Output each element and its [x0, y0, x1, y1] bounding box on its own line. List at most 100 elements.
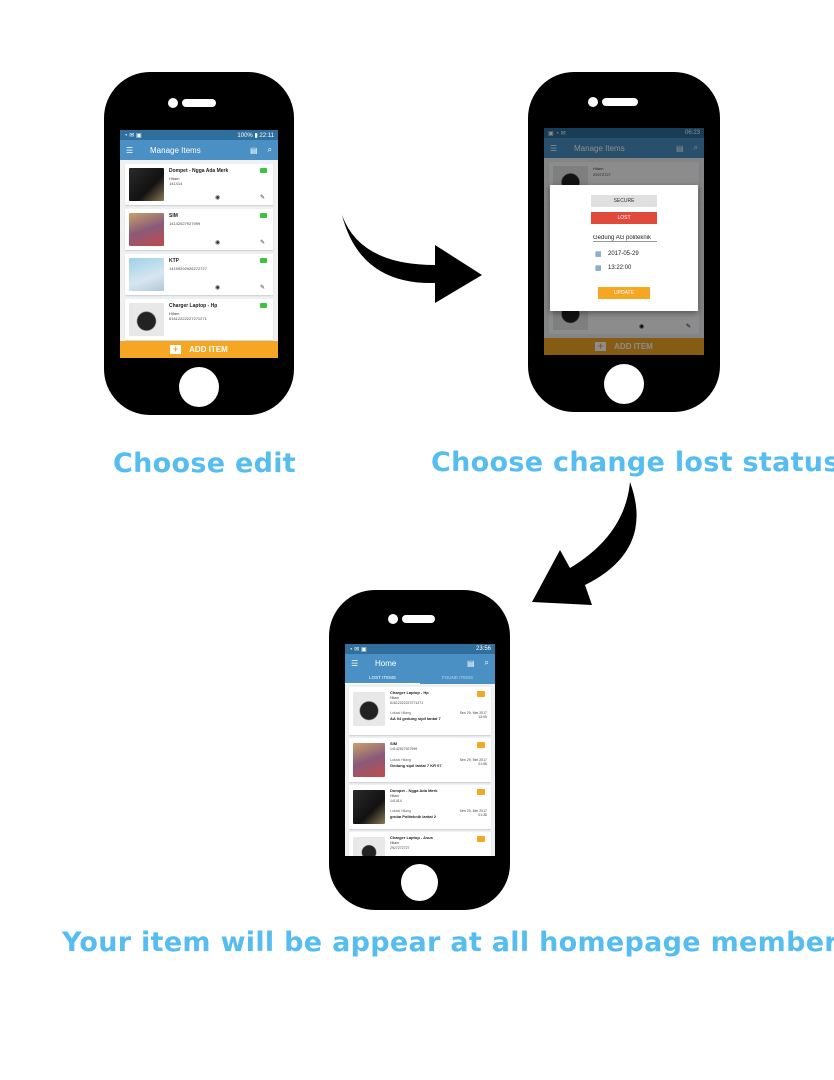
location-label: Lokasi Hilang: [390, 711, 412, 715]
tab-found-items[interactable]: FOUND ITEMS: [420, 672, 495, 684]
item-thumbnail-wallet: [353, 790, 385, 824]
calendar-icon[interactable]: ▦: [595, 250, 602, 258]
phone-home-button: [179, 367, 219, 407]
phone-speaker: [402, 615, 435, 623]
phone-home-button: [604, 364, 644, 404]
caption-step-2: Choose change lost status: [431, 447, 834, 478]
secure-button[interactable]: SECURE: [591, 195, 657, 207]
edit-icon[interactable]: ✎: [260, 239, 265, 246]
arrow-right-icon: [342, 215, 482, 303]
add-item-button[interactable]: + ADD ITEM: [120, 341, 278, 358]
mail-icon[interactable]: [260, 168, 267, 173]
lost-item-card[interactable]: Dompet - Ngga Ada Merk Hitam 141414 Loka…: [349, 785, 491, 829]
status-bar: ◔ ✉ ▣ 23:56: [345, 644, 495, 654]
item-name: KTP: [169, 258, 179, 264]
phone-mockup-home: ◔ ✉ ▣ 23:56 ☰ Home ▤ ⌕ LOST ITEMS FOUND …: [329, 590, 510, 910]
phone-mockup-status: ▣ ◔ ✉ 06:23 ☰ Manage Items ▤ ⌕ Hitam 292…: [528, 72, 720, 412]
item-thumbnail-charger: [353, 837, 385, 856]
item-name: SIM: [169, 213, 178, 219]
item-date: Sen 29, Mei 2017 01:56: [459, 758, 487, 766]
lost-item-card[interactable]: Charger Laptop - Hp Hitam 61612222227271…: [349, 687, 491, 735]
location-value: gruba Politeknik lantai 2: [390, 814, 437, 819]
item-thumbnail-charger: [129, 303, 164, 336]
tab-lost-items[interactable]: LOST ITEMS: [345, 672, 420, 684]
item-thumbnail-charger: [353, 692, 385, 726]
item-code: 61612222227271271: [169, 316, 207, 321]
app-bar: ☰ Home ▤ ⌕: [345, 654, 495, 672]
app-bar: ☰ Manage Items ▤ ⌕: [120, 140, 278, 160]
status-right: 100% ▮ 22:11: [237, 132, 274, 139]
phone-mockup-edit: ◔ ✉ ▣ 100% ▮ 22:11 ☰ Manage Items ▤ ⌕ Do…: [104, 72, 294, 415]
item-color: Hitam: [390, 841, 400, 845]
status-icons-left: ◔ ✉ ▣: [349, 646, 367, 653]
location-label: Lokasi Hilang: [390, 758, 412, 762]
item-name: Dompet - Ngga Ada Merk: [169, 168, 229, 174]
location-field[interactable]: Gedung AG politeknik: [593, 235, 657, 242]
date-value[interactable]: 2017-05-29: [608, 251, 639, 257]
view-icon[interactable]: ◉: [215, 284, 220, 291]
mail-icon[interactable]: [477, 789, 485, 795]
lost-button[interactable]: LOST: [591, 212, 657, 224]
phone-camera: [388, 614, 398, 624]
mail-icon[interactable]: [260, 303, 267, 308]
mail-icon[interactable]: [260, 213, 267, 218]
page-title: Home: [375, 658, 397, 668]
item-card[interactable]: Dompet - Ngga Ada Merk Hitam 141414 ◉ ✎: [125, 164, 273, 205]
phone-camera: [588, 97, 598, 107]
edit-icon[interactable]: ✎: [260, 194, 265, 201]
phone-speaker: [182, 99, 216, 107]
search-icon[interactable]: ⌕: [485, 658, 489, 668]
screen-manage-items: ◔ ✉ ▣ 100% ▮ 22:11 ☰ Manage Items ▤ ⌕ Do…: [120, 130, 278, 358]
mail-icon[interactable]: [477, 691, 485, 697]
contacts-icon[interactable]: ▤: [250, 146, 258, 155]
item-thumbnail-sim: [353, 743, 385, 777]
search-icon[interactable]: ⌕: [268, 145, 272, 155]
page-title: Manage Items: [150, 145, 201, 155]
menu-icon[interactable]: ☰: [351, 659, 359, 668]
item-name: Charger Laptop - Hp: [169, 303, 218, 309]
screen-home: ◔ ✉ ▣ 23:56 ☰ Home ▤ ⌕ LOST ITEMS FOUND …: [345, 644, 495, 856]
lost-item-card[interactable]: Charger Laptop - Asus Hitam 2927272727: [349, 832, 491, 856]
item-card[interactable]: SIM 14142527927999 ◉ ✎: [125, 209, 273, 250]
status-icons-left: ◔ ✉ ▣: [124, 132, 142, 139]
contacts-icon[interactable]: ▤: [467, 659, 475, 668]
edit-icon[interactable]: ✎: [260, 284, 265, 291]
item-thumbnail-ktp: [129, 258, 164, 291]
location-label: Lokasi Hilang: [390, 809, 412, 813]
item-code: 14142527927999: [390, 747, 418, 751]
item-date: Sen 29, Mei 2017 01:38: [459, 809, 487, 817]
time-value[interactable]: 13:22:00: [608, 265, 631, 271]
item-name: Charger Laptop - Asus: [390, 835, 433, 840]
plus-icon: +: [170, 345, 182, 354]
item-card[interactable]: KTP 14159292926272727 ◉ ✎: [125, 254, 273, 295]
screen-change-status: ▣ ◔ ✉ 06:23 ☰ Manage Items ▤ ⌕ Hitam 292…: [544, 128, 704, 355]
view-icon[interactable]: ◉: [215, 194, 220, 201]
mail-icon[interactable]: [477, 836, 485, 842]
location-value: Gedung sipil lantai 7 KR 07: [390, 763, 442, 768]
add-item-label: ADD ITEM: [189, 345, 228, 354]
item-code: 141414: [390, 799, 402, 803]
status-dialog: SECURE LOST Gedung AG politeknik ▦ 2017-…: [550, 185, 698, 311]
item-card[interactable]: Charger Laptop - Hp Hitam 61612222227271…: [125, 299, 273, 340]
item-code: 2927272727: [390, 846, 410, 850]
item-code: 14159292926272727: [169, 266, 207, 271]
update-button[interactable]: UPDATE: [598, 287, 650, 299]
item-name: Dompet - Ngga Ada Merk: [390, 788, 438, 793]
arrow-down-left-icon: [532, 482, 637, 605]
lost-item-card[interactable]: SIM 14142527927999 Lokasi Hilang Gedung …: [349, 738, 491, 782]
caption-step-1: Choose edit: [113, 448, 297, 479]
mail-icon[interactable]: [477, 742, 485, 748]
phone-speaker: [602, 98, 638, 106]
item-name: Charger Laptop - Hp: [390, 690, 429, 695]
location-value: AA 04 gedung sipil lantai 7: [390, 716, 441, 721]
item-code: 61612222227271271: [390, 701, 424, 705]
item-thumbnail-wallet: [129, 168, 164, 201]
mail-icon[interactable]: [260, 258, 267, 263]
view-icon[interactable]: ◉: [215, 239, 220, 246]
item-name: SIM: [390, 741, 398, 746]
status-time: 23:56: [475, 646, 491, 652]
item-date: Sen 29, Mei 2017 13:05: [459, 711, 487, 719]
item-code: 14142527927999: [169, 221, 201, 226]
menu-icon[interactable]: ☰: [126, 146, 134, 155]
clock-icon[interactable]: ▦: [595, 264, 602, 272]
